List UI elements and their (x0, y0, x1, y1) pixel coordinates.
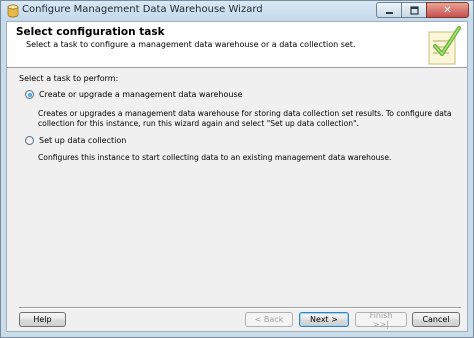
window-title: Configure Management Data Warehouse Wiza… (22, 4, 263, 15)
wizard-client-area: Select configuration task Select a task … (6, 21, 468, 332)
radio-setup-collection[interactable] (25, 136, 34, 145)
title-bar[interactable]: Configure Management Data Warehouse Wiza… (1, 1, 473, 21)
database-icon (7, 4, 19, 18)
option-setup-collection[interactable]: Set up data collection (25, 136, 126, 145)
footer-divider (19, 307, 461, 309)
next-button[interactable]: Next > (299, 312, 349, 327)
close-icon: ✕ (443, 4, 452, 16)
wizard-window: Configure Management Data Warehouse Wiza… (0, 0, 474, 338)
option-label-setup-collection[interactable]: Set up data collection (39, 136, 126, 145)
finish-button[interactable]: Finish >>| (355, 311, 407, 329)
help-button[interactable]: Help (19, 312, 66, 327)
wizard-header: Select configuration task Select a task … (7, 22, 467, 68)
task-prompt: Select a task to perform: (19, 74, 119, 83)
caption-buttons: ✕ (376, 2, 469, 19)
page-title: Select configuration task (16, 26, 165, 38)
page-subtitle: Select a task to configure a management … (26, 40, 356, 49)
cancel-button[interactable]: Cancel (412, 312, 460, 327)
option-label-create-warehouse[interactable]: Create or upgrade a management data ware… (39, 90, 243, 99)
close-button[interactable]: ✕ (426, 2, 469, 18)
option-description-setup-collection: Configures this instance to start collec… (38, 153, 392, 162)
checklist-icon (428, 26, 461, 65)
back-button[interactable]: < Back (245, 312, 293, 327)
option-create-warehouse[interactable]: Create or upgrade a management data ware… (25, 90, 243, 99)
option-description-create-warehouse: Creates or upgrades a management data wa… (38, 109, 452, 128)
radio-create-warehouse[interactable] (25, 90, 34, 99)
maximize-icon (409, 5, 419, 15)
minimize-icon (385, 11, 393, 14)
minimize-button[interactable] (376, 2, 401, 18)
maximize-button[interactable] (401, 2, 426, 18)
